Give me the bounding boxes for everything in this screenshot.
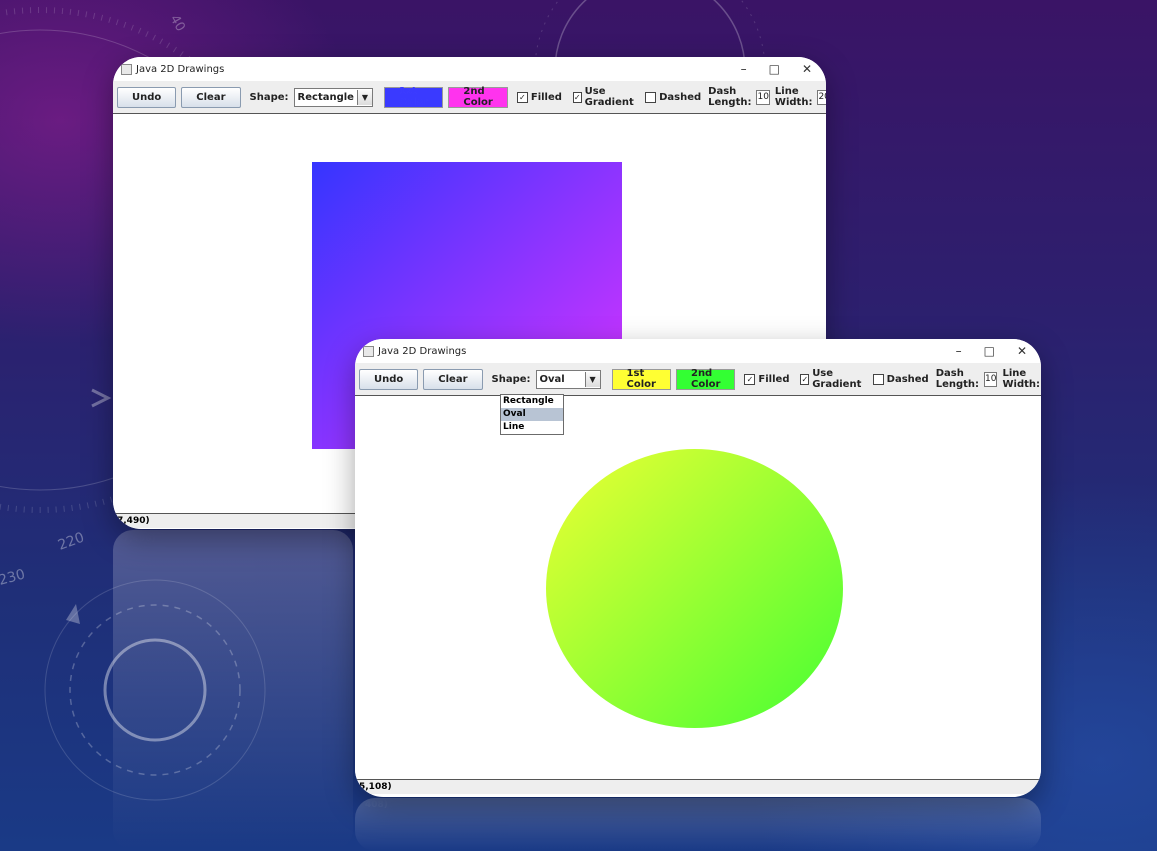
line-width-input[interactable]: 20 (817, 89, 826, 105)
first-color-button[interactable]: 1st Color (383, 86, 444, 108)
shape-select[interactable]: Oval ▼ (535, 369, 601, 389)
back-window-title: Java 2D Drawings (136, 63, 225, 75)
front-toolbar: Undo Clear Shape: Oval ▼ 1st Color 2nd C… (355, 363, 1041, 396)
filled-checkbox[interactable]: ✓ Filled (516, 91, 562, 103)
gradient-oval (546, 449, 843, 728)
dash-length-input[interactable]: 10 (984, 371, 998, 387)
front-window-reflection: 408) (355, 798, 1041, 851)
front-window-title: Java 2D Drawings (378, 345, 467, 357)
shape-select-value: Oval (539, 373, 565, 385)
front-status-reflection: 408) (365, 800, 388, 810)
filled-label: Filled (530, 91, 562, 103)
dash-length-label: Dash Length: (935, 368, 980, 390)
checkbox-empty-icon[interactable] (872, 373, 884, 385)
undo-button[interactable]: Undo (359, 368, 419, 390)
dashed-checkbox[interactable]: Dashed (872, 373, 929, 385)
filled-checkbox[interactable]: ✓ Filled (744, 373, 790, 385)
clear-button[interactable]: Clear (181, 86, 241, 108)
shape-select-value: Rectangle (297, 91, 354, 103)
front-titlebar: Java 2D Drawings – □ ✕ (355, 339, 1041, 363)
second-color-button[interactable]: 2nd Color (448, 86, 508, 108)
shape-label: Shape: (249, 91, 289, 103)
undo-button[interactable]: Undo (117, 86, 177, 108)
dashed-label: Dashed (886, 373, 929, 385)
gradient-label: Use Gradient (584, 86, 634, 108)
first-color-button[interactable]: 1st Color (611, 368, 671, 390)
chevron-down-icon[interactable]: ▼ (356, 89, 372, 105)
shape-label: Shape: (491, 373, 531, 385)
line-width-label: Line Width: (1002, 368, 1040, 390)
dash-length-label: Dash Length: (708, 86, 752, 108)
front-status-bar: 5,108) (355, 780, 1041, 794)
java-app-icon (121, 63, 132, 75)
gradient-checkbox[interactable]: ✓ Use Gradient (800, 368, 863, 390)
checkbox-empty-icon[interactable] (645, 91, 657, 103)
chevron-down-icon[interactable]: ▼ (584, 371, 600, 387)
shape-option-rectangle[interactable]: Rectangle (501, 395, 563, 408)
back-toolbar: Undo Clear Shape: Rectangle ▼ 1st Color … (113, 81, 826, 114)
minimize-icon[interactable]: – (956, 344, 962, 358)
gradient-checkbox[interactable]: ✓ Use Gradient (572, 86, 636, 108)
gradient-label: Use Gradient (812, 368, 862, 390)
back-status-reflection: 7,490) (123, 534, 156, 544)
clear-button[interactable]: Clear (423, 368, 483, 390)
checkmark-icon[interactable]: ✓ (744, 373, 756, 385)
maximize-icon[interactable]: □ (769, 62, 780, 76)
minimize-icon[interactable]: – (741, 62, 747, 76)
front-drawing-canvas[interactable] (355, 396, 1041, 780)
maximize-icon[interactable]: □ (984, 344, 995, 358)
shape-dropdown-list: Rectangle Oval Line (500, 394, 564, 435)
checkmark-icon[interactable]: ✓ (516, 91, 528, 103)
dashed-checkbox[interactable]: Dashed (645, 91, 702, 103)
line-width-label: Line Width: (774, 86, 813, 108)
dash-length-input[interactable]: 10 (756, 89, 770, 105)
dashed-label: Dashed (659, 91, 702, 103)
back-titlebar: Java 2D Drawings – □ ✕ (113, 57, 826, 81)
close-icon[interactable]: ✕ (802, 62, 812, 76)
back-window-reflection: 7,490) (113, 530, 353, 850)
java-app-icon (363, 345, 374, 357)
front-window: Java 2D Drawings – □ ✕ Undo Clear Shape:… (355, 339, 1041, 797)
second-color-button[interactable]: 2nd Color (675, 368, 736, 390)
shape-option-line[interactable]: Line (501, 421, 563, 434)
filled-label: Filled (758, 373, 790, 385)
checkmark-icon[interactable]: ✓ (800, 373, 810, 385)
checkmark-icon[interactable]: ✓ (572, 91, 582, 103)
shape-option-oval[interactable]: Oval (501, 408, 563, 421)
shape-select[interactable]: Rectangle ▼ (293, 87, 373, 107)
close-icon[interactable]: ✕ (1017, 344, 1027, 358)
